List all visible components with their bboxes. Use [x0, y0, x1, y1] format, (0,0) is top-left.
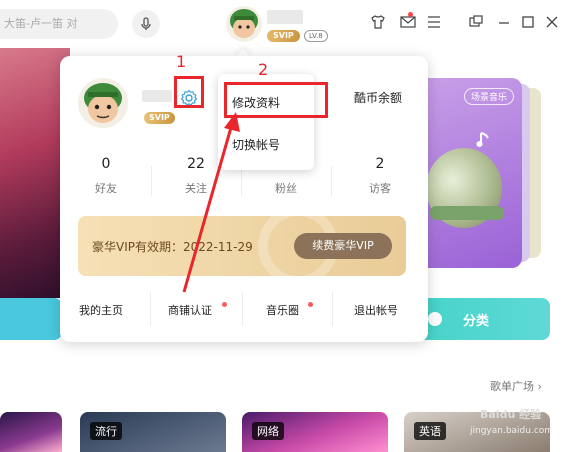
profile-svip-badge: SVIP	[144, 112, 175, 124]
stat-label: 访客	[369, 182, 391, 195]
divider	[331, 166, 332, 196]
mail-icon	[400, 16, 416, 28]
vip-card: 豪华VIP有效期：2022-11-29 续费豪华VIP	[78, 216, 406, 276]
stat-value: 22	[187, 156, 205, 172]
kugou-coin-balance[interactable]: 酷币余额	[354, 89, 402, 106]
divider	[151, 166, 152, 196]
playlist-thumb[interactable]: 网络	[242, 412, 388, 452]
profile-username-blurred	[142, 90, 172, 102]
logout-link[interactable]: 退出帐号	[354, 302, 398, 318]
top-bar: 大笛-卢一笛 对 SVIP LV.8	[0, 0, 565, 48]
scene-music-label: 场景音乐	[470, 93, 507, 103]
genre-tag: 网络	[252, 422, 284, 440]
genre-tag: 流行	[90, 422, 122, 440]
stat-label: 粉丝	[275, 182, 297, 195]
stat-following[interactable]: 22 关注	[166, 156, 226, 196]
category-button-left[interactable]	[0, 298, 62, 340]
playlist-thumb[interactable]	[0, 412, 62, 452]
new-indicator-dot	[308, 302, 313, 307]
new-indicator-dot	[222, 302, 227, 307]
profile-avatar[interactable]	[78, 78, 128, 128]
divider	[242, 292, 243, 326]
main-menu-button[interactable]	[424, 12, 444, 32]
annotation-number-2: 2	[258, 60, 269, 79]
level-badge: LV.8	[304, 30, 328, 42]
classify-icon	[428, 312, 442, 326]
annotation-number-1: 1	[176, 52, 187, 71]
divider	[332, 292, 333, 326]
stat-label: 关注	[185, 182, 207, 195]
tshirt-icon	[371, 15, 385, 29]
avatar-image	[226, 6, 262, 42]
close-button[interactable]	[542, 12, 562, 32]
microphone-icon	[141, 17, 151, 30]
shop-certification-link[interactable]: 商铺认证	[168, 302, 212, 318]
svip-badge: SVIP	[267, 30, 300, 42]
voice-search-button[interactable]	[132, 10, 160, 38]
avatar-image	[78, 78, 128, 128]
vip-expiry-text: 豪华VIP有效期：2022-11-29	[92, 240, 253, 254]
close-icon	[546, 16, 558, 28]
stat-label: 好友	[95, 182, 117, 195]
classify-label: 分类	[462, 313, 489, 329]
notification-dot	[408, 12, 413, 17]
playlist-square-link[interactable]: 歌单广场 ›	[490, 378, 542, 394]
user-avatar[interactable]	[226, 6, 262, 42]
hamburger-icon	[428, 16, 440, 28]
skin-button[interactable]	[368, 12, 388, 32]
annotation-box-edit-profile	[224, 82, 328, 118]
annotation-box-settings	[174, 76, 204, 108]
minimize-icon	[499, 22, 509, 24]
search-input[interactable]: 大笛-卢一笛 对	[0, 9, 118, 39]
stat-value: 2	[375, 156, 385, 172]
minimize-button[interactable]	[494, 12, 514, 32]
watermark: Baidu 经验	[480, 408, 542, 421]
scene-music-tag: 场景音乐	[463, 88, 514, 105]
music-circle-link[interactable]: 音乐圈	[266, 302, 299, 318]
mini-mode-button[interactable]	[466, 12, 486, 32]
mini-player-icon	[469, 15, 483, 27]
music-note-icon	[476, 132, 489, 147]
genre-tag: 英语	[414, 422, 446, 440]
my-homepage-link[interactable]: 我的主页	[79, 302, 123, 318]
renew-vip-button[interactable]: 续费豪华VIP	[294, 233, 392, 259]
switch-account-item[interactable]: 切换帐号	[232, 136, 280, 153]
grass-illustration	[430, 206, 504, 220]
watermark-url: jingyan.baidu.com	[470, 426, 554, 436]
stat-value: 0	[101, 156, 111, 172]
maximize-icon	[522, 16, 534, 28]
username-blurred	[267, 10, 303, 24]
stat-visitors[interactable]: 2 访客	[350, 156, 410, 196]
divider	[150, 292, 151, 326]
playlist-thumb[interactable]: 流行	[80, 412, 226, 452]
stat-friends[interactable]: 0 好友	[76, 156, 136, 196]
divider	[241, 166, 242, 196]
maximize-button[interactable]	[518, 12, 538, 32]
